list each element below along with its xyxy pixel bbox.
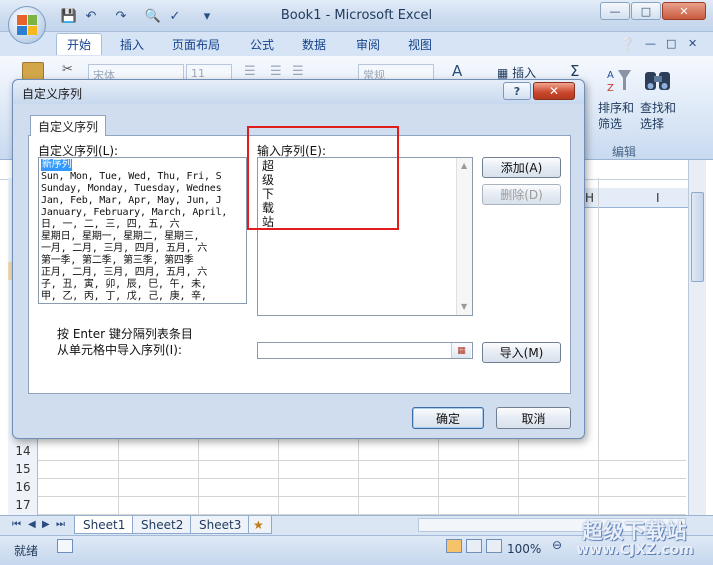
list-item[interactable]: 一月, 二月, 三月, 四月, 五月, 六 [41, 243, 207, 255]
sheet-tab-3[interactable]: Sheet3 [190, 516, 251, 534]
align-right-icon[interactable]: ☰ [292, 64, 304, 79]
list-item[interactable]: Jan, Feb, Mar, Apr, May, Jun, J [41, 195, 222, 207]
autosum-icon[interactable]: Σ [570, 62, 579, 80]
row-number-17[interactable]: 17 [8, 498, 38, 512]
insert-sheet-icon[interactable]: ★ [248, 516, 272, 534]
last-sheet-icon[interactable]: ⏭ [56, 519, 65, 530]
column-header-h[interactable]: H [585, 191, 594, 205]
tab-home[interactable]: 开始 [56, 33, 103, 55]
column-header-i[interactable]: I [656, 191, 660, 205]
minimize-button[interactable]: — [600, 2, 630, 20]
ribbon-minimize-icon[interactable]: — [645, 37, 656, 50]
office-logo-icon [17, 15, 37, 35]
enter-hint-text: 按 Enter 键分隔列表条目 [57, 327, 193, 341]
tab-page-layout[interactable]: 页面布局 [162, 33, 230, 55]
import-button[interactable]: 导入(M) [482, 342, 561, 363]
normal-view-icon[interactable] [446, 539, 462, 553]
grid-line [38, 496, 686, 497]
vertical-scroll-thumb[interactable] [691, 192, 704, 282]
watermark-title: 超级下载站 [582, 519, 688, 543]
tab-data[interactable]: 数据 [292, 33, 336, 55]
row-number-14[interactable]: 14 [8, 444, 38, 458]
sort-filter-icon[interactable]: AZ [606, 66, 632, 94]
maximize-button[interactable]: □ [631, 2, 661, 20]
ok-button[interactable]: 确定 [412, 407, 484, 429]
list-item[interactable]: Sun, Mon, Tue, Wed, Thu, Fri, S [41, 171, 222, 183]
tab-formulas[interactable]: 公式 [240, 33, 284, 55]
prev-sheet-icon[interactable]: ◀ [28, 519, 36, 530]
find-select-label[interactable]: 查找和 选择 [640, 100, 680, 132]
tab-review[interactable]: 审阅 [346, 33, 390, 55]
next-sheet-icon[interactable]: ▶ [42, 519, 50, 530]
import-range-input[interactable] [257, 342, 473, 359]
first-sheet-icon[interactable]: ⏮ [12, 519, 21, 530]
align-center-icon[interactable]: ☰ [270, 64, 282, 79]
dialog-title-bar [13, 80, 584, 104]
ribbon-close-icon[interactable]: ✕ [688, 37, 697, 50]
custom-lists-dialog: 自定义序列 ? ✕ 自定义序列 自定义序列(L): 新序列 Sun, Mon, … [12, 79, 585, 439]
list-item[interactable]: 子, 丑, 寅, 卯, 辰, 巳, 午, 未, [41, 279, 207, 291]
entries-scrollbar[interactable]: ▲ ▼ [456, 158, 472, 315]
svg-text:A: A [607, 70, 614, 81]
zoom-level[interactable]: 100% [507, 542, 541, 556]
align-left-icon[interactable]: ☰ [244, 64, 256, 79]
office-button[interactable] [8, 6, 46, 44]
list-item[interactable]: Sunday, Monday, Tuesday, Wednes [41, 183, 222, 195]
vertical-scrollbar[interactable] [688, 160, 706, 515]
list-item[interactable]: 甲, 乙, 丙, 丁, 戊, 己, 庚, 辛, [41, 291, 207, 303]
tab-custom-lists[interactable]: 自定义序列 [30, 115, 107, 136]
editing-group-label: 编辑 [612, 145, 637, 159]
sort-filter-label[interactable]: 排序和 筛选 [598, 100, 638, 132]
watermark: 超级下载站 www.CJXZ.com [560, 515, 710, 558]
list-item[interactable]: 日, 一, 二, 三, 四, 五, 六 [41, 219, 180, 231]
row-number-16[interactable]: 16 [8, 480, 38, 494]
styles-icon[interactable]: A [452, 62, 462, 80]
list-item[interactable]: 正月, 二月, 三月, 四月, 五月, 六 [41, 267, 207, 279]
page-break-view-icon[interactable] [486, 539, 502, 553]
sheet-tab-2[interactable]: Sheet2 [132, 516, 193, 534]
macro-record-icon[interactable] [57, 539, 73, 553]
grid-line [598, 178, 599, 516]
tab-view[interactable]: 视图 [398, 33, 442, 55]
row-number-15[interactable]: 15 [8, 462, 38, 476]
ribbon-restore-icon[interactable]: □ [666, 37, 676, 50]
list-item[interactable]: 星期日, 星期一, 星期二, 星期三, [41, 231, 200, 243]
insert-cells-label: 插入 [512, 66, 537, 80]
svg-text:Z: Z [607, 83, 614, 94]
list-item[interactable]: 新序列 [41, 159, 73, 171]
list-item[interactable]: 第一季, 第二季, 第三季, 第四季 [41, 255, 194, 267]
list-item[interactable]: January, February, March, April, [41, 207, 227, 219]
dialog-close-button[interactable]: ✕ [533, 82, 575, 100]
find-select-icon[interactable] [643, 66, 673, 94]
dialog-help-button[interactable]: ? [503, 82, 531, 100]
cancel-button[interactable]: 取消 [496, 407, 571, 429]
range-picker-icon[interactable]: ▦ [451, 343, 471, 358]
add-button[interactable]: 添加(A) [482, 157, 561, 178]
scroll-down-icon[interactable]: ▼ [461, 302, 467, 311]
watermark-url: www.CJXZ.com [576, 542, 694, 558]
paste-icon[interactable] [22, 62, 44, 80]
dialog-title: 自定义序列 [22, 87, 83, 101]
custom-lists-listbox[interactable]: 新序列 Sun, Mon, Tue, Wed, Thu, Fri, S Sund… [38, 157, 247, 304]
grid-line [38, 478, 686, 479]
cut-icon[interactable]: ✂ [62, 62, 73, 77]
tab-insert[interactable]: 插入 [110, 33, 154, 55]
page-layout-view-icon[interactable] [466, 539, 482, 553]
help-icon[interactable]: ❔ [620, 37, 635, 51]
status-ready: 就绪 [14, 544, 39, 558]
delete-button[interactable]: 删除(D) [482, 184, 561, 205]
close-button[interactable]: ✕ [662, 2, 706, 20]
sheet-tab-1[interactable]: Sheet1 [74, 516, 135, 534]
grid-line [38, 460, 686, 461]
highlight-annotation-box [247, 126, 399, 230]
scroll-up-icon[interactable]: ▲ [461, 161, 467, 170]
import-label: 从单元格中导入序列(I): [57, 343, 182, 357]
